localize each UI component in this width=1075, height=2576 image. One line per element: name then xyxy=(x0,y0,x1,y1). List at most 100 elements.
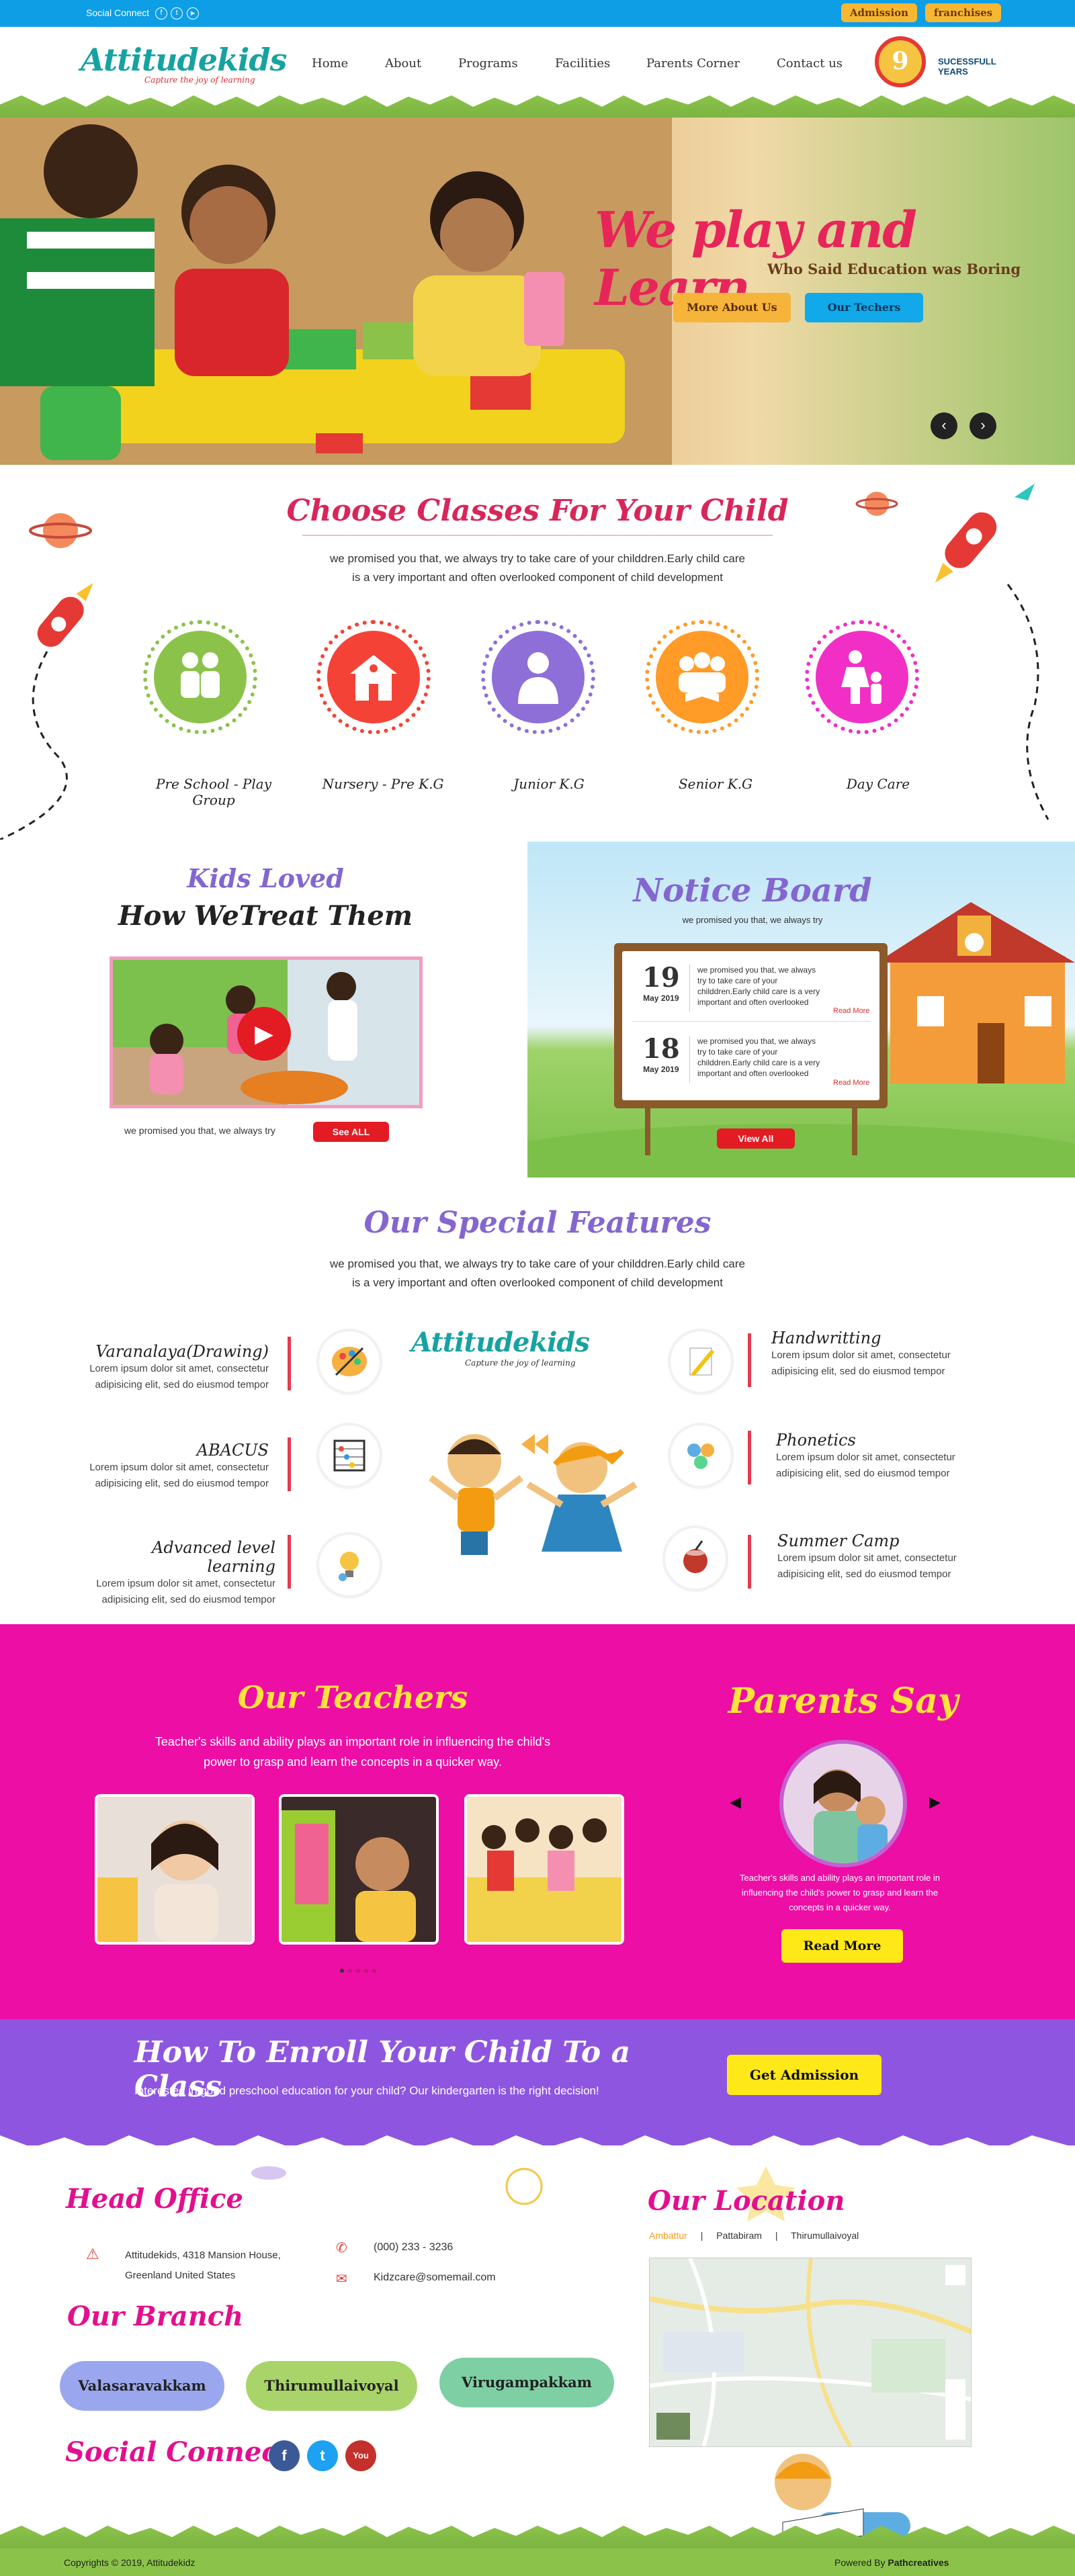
notice-board-title: Notice Board xyxy=(633,872,872,909)
parent-testimonial-line1: Teacher's skills and ability plays an im… xyxy=(739,1873,940,1883)
teachers-title: Our Teachers xyxy=(237,1679,468,1716)
youtube-icon[interactable]: You xyxy=(345,2440,376,2471)
class-senior-kg[interactable] xyxy=(645,620,759,734)
location-tab-pattabiram[interactable]: Pattabiram xyxy=(716,2230,762,2241)
address-line1: Attitudekids, 4318 Mansion House, xyxy=(125,2250,281,2261)
nav-contact-us[interactable]: Contact us xyxy=(777,56,843,71)
class-junior-kg[interactable] xyxy=(481,620,595,734)
notice-date-1: 19 May 2019 xyxy=(642,962,680,1003)
feature-handwriting-text1: Lorem ipsum dolor sit amet, consectetur xyxy=(771,1349,951,1361)
nav-parents-corner[interactable]: Parents Corner xyxy=(646,56,740,71)
feature-handwriting-title: Handwritting xyxy=(771,1329,882,1347)
nav-home[interactable]: Home xyxy=(312,56,348,71)
notice-date-2: 18 May 2019 xyxy=(642,1033,680,1074)
franchises-button[interactable]: franchises xyxy=(925,3,1001,22)
read-more-button[interactable]: Read More xyxy=(781,1929,903,1963)
feature-drawing: Varanalaya(Drawing) Lorem ipsum dolor si… xyxy=(81,1342,269,1393)
teacher-card[interactable] xyxy=(464,1794,624,1945)
feature-drawing-title: Varanalaya(Drawing) xyxy=(95,1342,269,1361)
teacher-photo xyxy=(467,1797,621,1942)
feature-bar xyxy=(288,1437,291,1491)
our-teachers-button[interactable]: Our Techers xyxy=(805,293,923,322)
our-branch-title: Our Branch xyxy=(67,2301,244,2332)
branch-virugampakkam[interactable]: Virugampakkam xyxy=(439,2358,614,2407)
teacher-card[interactable] xyxy=(279,1794,439,1945)
notice-divider-1 xyxy=(689,965,690,1012)
teacher-photo xyxy=(97,1797,252,1942)
our-location-title: Our Location xyxy=(648,2185,845,2217)
kids-loved-subtitle: How WeTreat Them xyxy=(118,900,413,932)
map-graphic xyxy=(650,2258,971,2446)
teacher-card[interactable] xyxy=(95,1794,255,1945)
logo-text: Attitudekids xyxy=(81,42,287,78)
facebook-icon[interactable]: f xyxy=(269,2440,300,2471)
branch-valasaravakkam[interactable]: Valasaravakkam xyxy=(60,2361,224,2411)
chevron-left-icon[interactable]: ‹ xyxy=(931,412,957,439)
footer: Copyrights © 2019, Attitudekidz Powered … xyxy=(0,2546,1075,2576)
twitter-icon[interactable]: t xyxy=(171,7,183,19)
notice-read-more-1[interactable]: Read More xyxy=(833,1007,869,1015)
hero-subtitle: Who Said Education was Boring xyxy=(767,261,1021,277)
feature-abacus-title: ABACUS xyxy=(196,1441,269,1460)
palette-icon xyxy=(319,1331,380,1392)
class-label-day-care: Day Care xyxy=(846,776,910,792)
notice-separator xyxy=(632,1021,871,1022)
powered-by-prefix: Powered By xyxy=(834,2557,888,2568)
feature-advanced-learning: Advanced level learning Lorem ipsum dolo… xyxy=(81,1538,275,1608)
get-admission-button[interactable]: Get Admission xyxy=(727,2055,882,2095)
facebook-icon[interactable]: f xyxy=(155,7,167,19)
notice-read-more-2[interactable]: Read More xyxy=(833,1079,869,1087)
feature-advanced-text1: Lorem ipsum dolor sit amet, consectetur xyxy=(96,1578,275,1589)
classes-description: we promised you that, we always try to t… xyxy=(202,549,873,587)
feature-summer-camp: Summer Camp Lorem ipsum dolor sit amet, … xyxy=(777,1531,979,1583)
youtube-icon[interactable]: ▶ xyxy=(187,7,199,19)
board-leg-right xyxy=(852,1108,857,1155)
branch-thirumullaivoyal[interactable]: Thirumullaivoyal xyxy=(246,2361,417,2411)
see-all-button[interactable]: See ALL xyxy=(313,1122,389,1142)
parent-next-icon[interactable]: ▶ xyxy=(929,1793,941,1811)
play-icon[interactable]: ▶ xyxy=(237,1007,291,1061)
logo[interactable]: Attitudekids Capture the joy of learning xyxy=(81,42,287,85)
kids-video-thumbnail[interactable]: ▶ xyxy=(110,957,423,1108)
social-connect-title: Social Connect xyxy=(65,2436,291,2468)
more-about-us-button[interactable]: More About Us xyxy=(673,293,791,322)
parent-testimonial-line2: influencing the child's power to grasp a… xyxy=(741,1887,939,1898)
parents-say-title: Parents Say xyxy=(728,1681,959,1722)
teachers-carousel-dots[interactable] xyxy=(339,1965,393,1973)
class-day-care[interactable] xyxy=(805,620,919,734)
view-all-button[interactable]: View All xyxy=(717,1128,795,1149)
kids-loved-title: Kids Loved xyxy=(187,863,344,893)
class-nursery[interactable] xyxy=(316,620,431,734)
chevron-right-icon[interactable]: › xyxy=(970,412,996,439)
admission-button[interactable]: Admission xyxy=(841,3,917,22)
enroll-text: Interested in good preschool education f… xyxy=(134,2084,599,2097)
phone-icon: ✆ xyxy=(336,2241,347,2256)
twitter-icon[interactable]: t xyxy=(307,2440,338,2471)
powered-by-link[interactable]: Pathcreatives xyxy=(888,2557,949,2568)
location-tab-ambattur[interactable]: Ambattur xyxy=(649,2230,687,2241)
features-logo-text: Attitudekids xyxy=(411,1327,590,1358)
location-tab-thirumullaivoyal[interactable]: Thirumullaivoyal xyxy=(791,2230,859,2241)
address-line2: Greenland United States xyxy=(125,2270,236,2281)
nav-facilities[interactable]: Facilities xyxy=(555,56,610,71)
notice-day-2: 18 xyxy=(642,1033,680,1065)
head-office-phone[interactable]: (000) 233 - 3236 xyxy=(374,2241,453,2254)
parent-prev-icon[interactable]: ◀ xyxy=(730,1793,741,1811)
classes-title-underline xyxy=(302,535,773,536)
years-badge: 9 xyxy=(868,36,933,91)
features-title: Our Special Features xyxy=(363,1206,712,1240)
class-pre-school[interactable] xyxy=(143,620,257,734)
head-office-email[interactable]: Kidzcare@somemail.com xyxy=(374,2272,496,2284)
head-office-address: Attitudekids, 4318 Mansion House, Greenl… xyxy=(125,2246,281,2286)
feature-advanced-title: Advanced level learning xyxy=(152,1538,275,1576)
nav-programs[interactable]: Programs xyxy=(458,56,518,71)
location-map[interactable] xyxy=(649,2258,972,2447)
feature-summer-camp-title: Summer Camp xyxy=(777,1531,900,1550)
social-connect-label: Social Connect xyxy=(86,7,150,18)
classes-description-line1: we promised you that, we always try to t… xyxy=(330,552,745,565)
copyright: Copyrights © 2019, Attitudekidz xyxy=(64,2557,196,2568)
abacus-icon xyxy=(319,1425,380,1486)
class-label-senior-kg: Senior K.G xyxy=(678,776,753,792)
teachers-description: Teacher's skills and ability plays an im… xyxy=(101,1732,605,1772)
nav-about[interactable]: About xyxy=(385,56,421,71)
